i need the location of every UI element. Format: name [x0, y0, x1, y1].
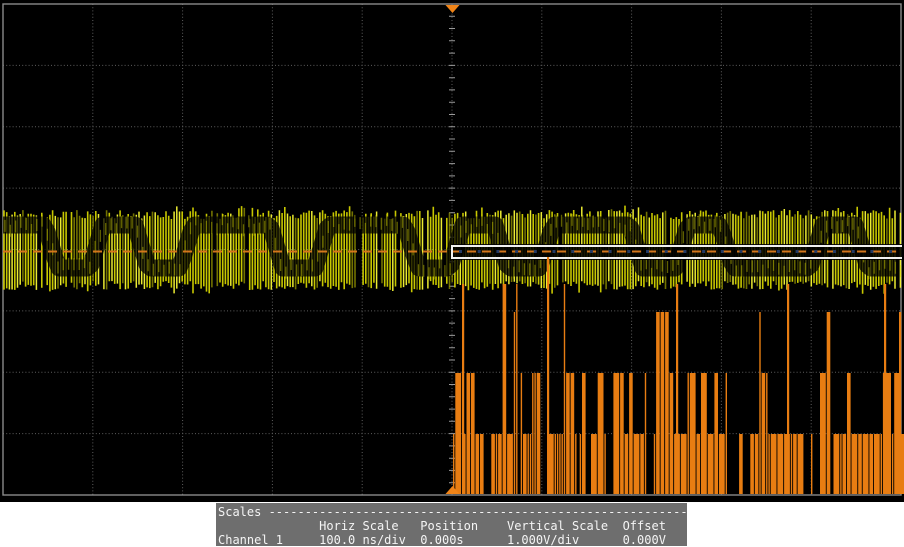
- oscilloscope-screen: [0, 0, 904, 502]
- scales-panel: Scales ---------------------------------…: [216, 503, 688, 547]
- scales-title-row: Scales ---------------------------------…: [218, 505, 688, 519]
- scales-header-row: Horiz Scale Position Vertical Scale Offs…: [218, 519, 666, 533]
- bottom-strip: Scales ---------------------------------…: [0, 502, 904, 547]
- graticule-and-traces: [0, 3, 904, 496]
- trigger-position-marker-top[interactable]: [445, 5, 460, 13]
- scales-channel-row: Channel 1 100.0 ns/div 0.000s 1.000V/div…: [218, 533, 666, 547]
- digital-activity-trace: [453, 284, 904, 494]
